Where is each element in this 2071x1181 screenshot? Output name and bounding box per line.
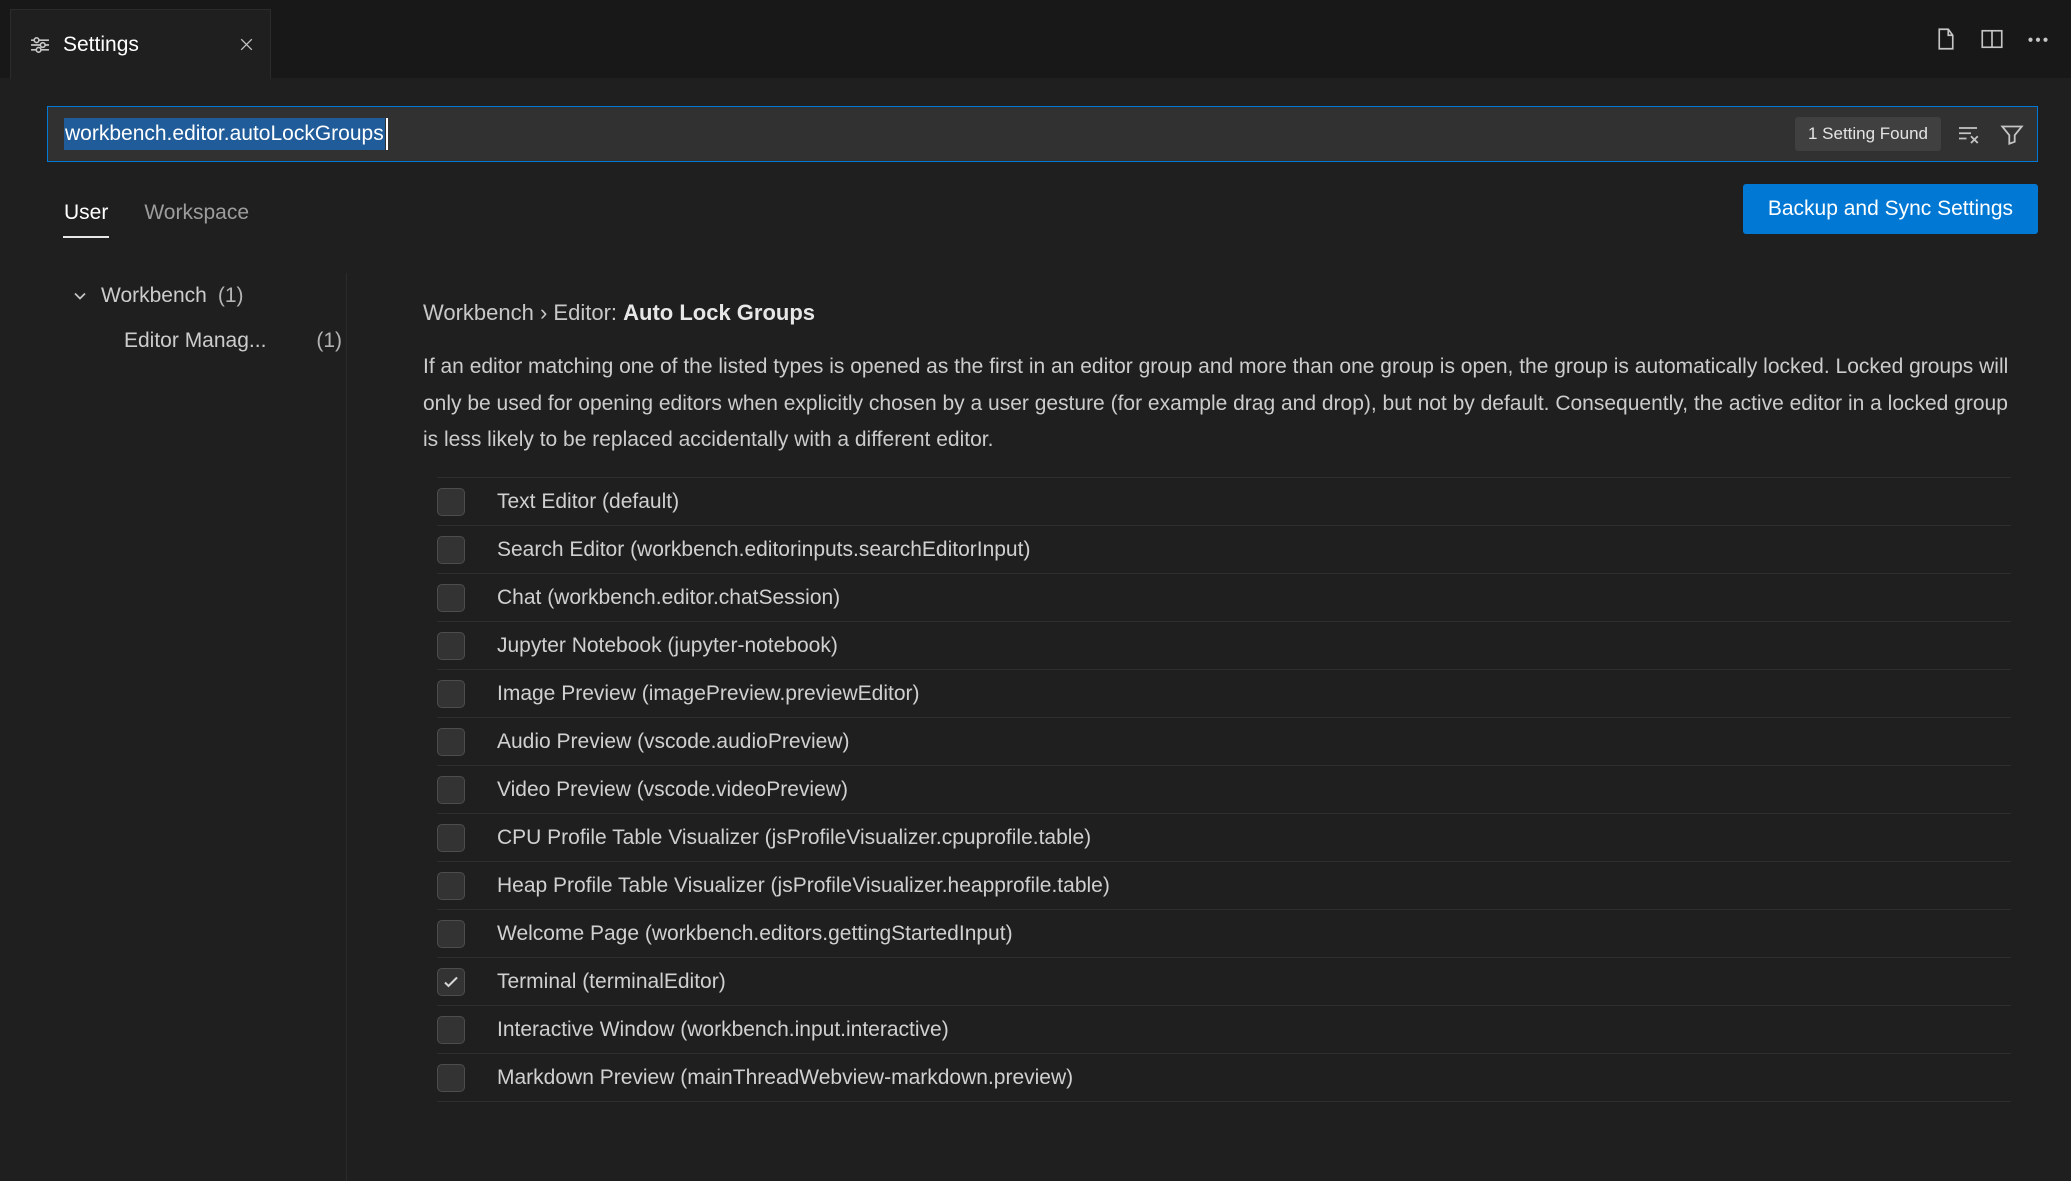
- option-checkbox[interactable]: [437, 775, 465, 804]
- close-icon: [238, 36, 255, 53]
- option-label: CPU Profile Table Visualizer (jsProfileV…: [497, 825, 1092, 849]
- settings-sliders-icon: [29, 34, 51, 56]
- option-row[interactable]: Terminal (terminalEditor): [437, 958, 2011, 1006]
- setting-name: Auto Lock Groups: [623, 300, 816, 325]
- option-label: Text Editor (default): [497, 489, 680, 513]
- open-settings-json-icon: [1934, 27, 1958, 51]
- option-row[interactable]: Text Editor (default): [437, 478, 2011, 526]
- option-label: Jupyter Notebook (jupyter-notebook): [497, 633, 838, 657]
- option-checkbox[interactable]: [437, 535, 465, 564]
- option-row[interactable]: Search Editor (workbench.editorinputs.se…: [437, 526, 2011, 574]
- search-value: workbench.editor.autoLockGroups: [64, 118, 385, 150]
- toc-label: Editor Manag...: [124, 329, 267, 352]
- option-checkbox[interactable]: [437, 871, 465, 900]
- option-label: Audio Preview (vscode.audioPreview): [497, 729, 850, 753]
- toc-count: (1): [217, 284, 244, 307]
- option-checkbox[interactable]: [437, 1015, 465, 1044]
- option-row[interactable]: CPU Profile Table Visualizer (jsProfileV…: [437, 814, 2011, 862]
- toc-count: (1): [316, 329, 342, 352]
- option-label: Video Preview (vscode.videoPreview): [497, 777, 848, 801]
- tab-workspace[interactable]: Workspace: [143, 197, 250, 238]
- split-editor-icon: [1980, 27, 2004, 51]
- option-label: Image Preview (imagePreview.previewEdito…: [497, 681, 920, 705]
- option-label: Markdown Preview (mainThreadWebview-mark…: [497, 1065, 1074, 1089]
- option-row[interactable]: Video Preview (vscode.videoPreview): [437, 766, 2011, 814]
- settings-editor: Settings workbench.editor.autoLockGroups…: [0, 0, 2071, 1181]
- option-checkbox[interactable]: [437, 919, 465, 948]
- option-checkbox[interactable]: [437, 583, 465, 612]
- backup-sync-settings-button[interactable]: Backup and Sync Settings: [1742, 184, 2038, 234]
- results-count-badge: 1 Setting Found: [1794, 117, 1941, 151]
- tab-title: Settings: [63, 32, 139, 56]
- setting-description: If an editor matching one of the listed …: [423, 355, 2009, 451]
- option-row[interactable]: Interactive Window (workbench.input.inte…: [437, 1006, 2011, 1054]
- clear-search-icon: [1956, 122, 1980, 146]
- check-icon: [444, 976, 458, 987]
- tab-close-button[interactable]: [232, 31, 260, 59]
- option-label: Interactive Window (workbench.input.inte…: [497, 1017, 949, 1041]
- option-checkbox[interactable]: [437, 967, 465, 996]
- split-editor-button[interactable]: [1975, 22, 2009, 56]
- option-label: Welcome Page (workbench.editors.gettingS…: [497, 921, 1013, 945]
- open-settings-json-button[interactable]: [1929, 22, 1963, 56]
- option-checkbox[interactable]: [437, 823, 465, 852]
- option-checkbox[interactable]: [437, 487, 465, 516]
- option-row[interactable]: Chat (workbench.editor.chatSession): [437, 574, 2011, 622]
- option-row[interactable]: Audio Preview (vscode.audioPreview): [437, 718, 2011, 766]
- option-checkbox[interactable]: [437, 727, 465, 756]
- editor-actions: [1929, 0, 2055, 78]
- filter-icon: [2000, 122, 2024, 146]
- toc-divider: [346, 273, 347, 1181]
- more-actions-button[interactable]: [2021, 22, 2055, 56]
- settings-search-box: workbench.editor.autoLockGroups 1 Settin…: [47, 106, 2038, 162]
- option-row[interactable]: Heap Profile Table Visualizer (jsProfile…: [437, 862, 2011, 910]
- option-label: Search Editor (workbench.editorinputs.se…: [497, 537, 1031, 561]
- clear-search-button[interactable]: [1951, 117, 1985, 151]
- scope-tabs: User Workspace: [63, 197, 250, 238]
- options-list: Text Editor (default) Search Editor (wor…: [437, 477, 2011, 1102]
- toc-item-editor-management[interactable]: Editor Manag... (1): [124, 329, 342, 353]
- option-checkbox[interactable]: [437, 679, 465, 708]
- more-actions-icon: [2026, 27, 2050, 51]
- tab-user[interactable]: User: [63, 197, 110, 238]
- option-row[interactable]: Image Preview (imagePreview.previewEdito…: [437, 670, 2011, 718]
- option-label: Terminal (terminalEditor): [497, 969, 726, 993]
- settings-search-input[interactable]: workbench.editor.autoLockGroups: [64, 107, 1785, 161]
- option-row[interactable]: Markdown Preview (mainThreadWebview-mark…: [437, 1054, 2011, 1102]
- option-row[interactable]: Welcome Page (workbench.editors.gettingS…: [437, 910, 2011, 958]
- option-label: Heap Profile Table Visualizer (jsProfile…: [497, 873, 1110, 897]
- text-caret: [385, 118, 388, 150]
- option-checkbox[interactable]: [437, 631, 465, 660]
- tab-settings[interactable]: Settings: [10, 9, 271, 79]
- toc-label: Workbench: [101, 284, 207, 307]
- setting-category: Workbench › Editor:: [423, 300, 624, 325]
- option-label: Chat (workbench.editor.chatSession): [497, 585, 841, 609]
- filter-settings-button[interactable]: [1995, 117, 2029, 151]
- toc-item-workbench[interactable]: Workbench (1): [70, 284, 244, 308]
- chevron-down-icon: [70, 286, 90, 306]
- tab-bar: Settings: [0, 0, 2071, 79]
- option-row[interactable]: Jupyter Notebook (jupyter-notebook): [437, 622, 2011, 670]
- option-checkbox[interactable]: [437, 1063, 465, 1092]
- setting-title: Workbench › Editor: Auto Lock Groups: [423, 300, 815, 326]
